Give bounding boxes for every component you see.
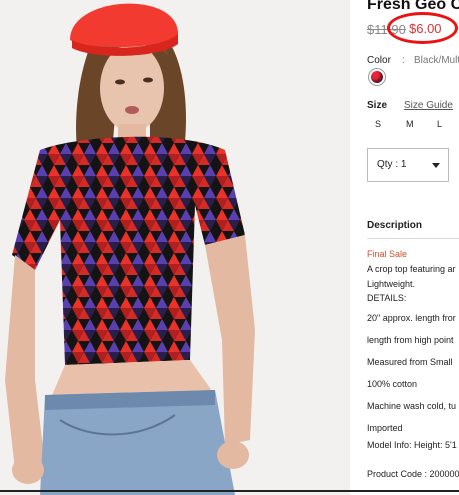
description-line: Measured from Small [367, 357, 453, 367]
quantity-value: Qty : 1 [377, 159, 407, 170]
description-line: A crop top featuring ar [367, 264, 456, 274]
color-value: Black/Multi [414, 55, 459, 66]
description-heading: Description [367, 220, 423, 231]
description-line: Model Info: Height: 5'1 [367, 440, 457, 450]
size-option-m[interactable]: M [406, 119, 414, 129]
description-line: 100% cotton [367, 379, 418, 389]
description-line: length from high point [367, 335, 454, 345]
color-label: Color [367, 55, 391, 66]
product-code: Product Code : 200000 [367, 469, 459, 479]
description-line: Imported [367, 423, 403, 433]
color-swatch-icon[interactable] [368, 68, 386, 86]
description-line: Machine wash cold, tu [367, 401, 457, 411]
product-info-panel: Fresh Geo Cr $11.90 $6.00 Color : Black/… [362, 0, 459, 495]
quantity-select[interactable]: Qty : 1 [367, 148, 449, 182]
size-option-l[interactable]: L [437, 119, 442, 129]
description-divider [367, 238, 459, 239]
size-option-s[interactable]: S [375, 119, 381, 129]
size-label: Size [367, 100, 388, 111]
price-highlight-circle [387, 12, 458, 44]
final-sale-text: Final Sale [367, 249, 408, 259]
description-line: Lightweight. [367, 279, 416, 289]
product-image[interactable] [0, 0, 350, 495]
color-separator: : [402, 55, 405, 66]
model-photo [5, 3, 255, 495]
description-line: DETAILS: [367, 293, 407, 303]
caret-down-icon [432, 163, 440, 168]
size-guide-link[interactable]: Size Guide [404, 100, 453, 111]
description-line: 20" approx. length fror [367, 313, 456, 323]
